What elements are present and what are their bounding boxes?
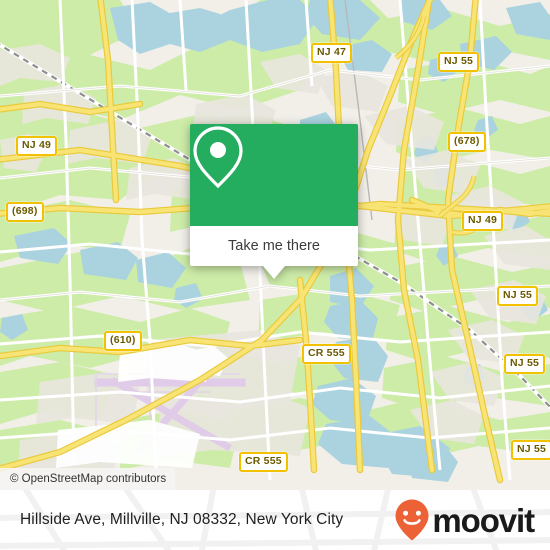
road-shield: NJ 47 [311,43,353,63]
popup-card-header [190,124,358,226]
road-shield: (678) [448,132,486,152]
road-shield: NJ 49 [16,136,58,156]
road-shield: NJ 49 [462,211,504,231]
road-shield: NJ 55 [504,354,546,374]
moovit-logo[interactable]: moovit [393,498,535,542]
location-pin-icon [193,126,243,189]
road-shield: CR 555 [302,344,351,364]
road-shield: NJ 55 [511,440,550,460]
moovit-pin-smiley-icon [395,499,429,541]
address-label: Hillside Ave, Millville, NJ 08332, New Y… [20,511,344,528]
road-shield: CR 555 [239,452,288,472]
map-screenshot: NJ 47 NJ 55 NJ 49 (678) (698) NJ 49 NJ 5… [0,0,550,550]
popup-card-action[interactable]: Take me there [190,226,358,279]
attribution-text: © OpenStreetMap contributors [10,473,167,485]
road-shield: (610) [104,331,142,351]
map-canvas[interactable]: NJ 47 NJ 55 NJ 49 (678) (698) NJ 49 NJ 5… [0,0,550,490]
moovit-wordmark: moovit [432,501,535,539]
take-me-there-label: Take me there [228,238,320,254]
map-attribution[interactable]: © OpenStreetMap contributors [0,468,176,490]
road-shield: NJ 55 [497,286,539,306]
destination-popup-card[interactable]: Take me there [190,124,358,279]
popup-card-tail [263,266,285,279]
road-shield: (698) [6,202,44,222]
footer-bar: Hillside Ave, Millville, NJ 08332, New Y… [0,490,550,550]
road-shield: NJ 55 [438,52,480,72]
